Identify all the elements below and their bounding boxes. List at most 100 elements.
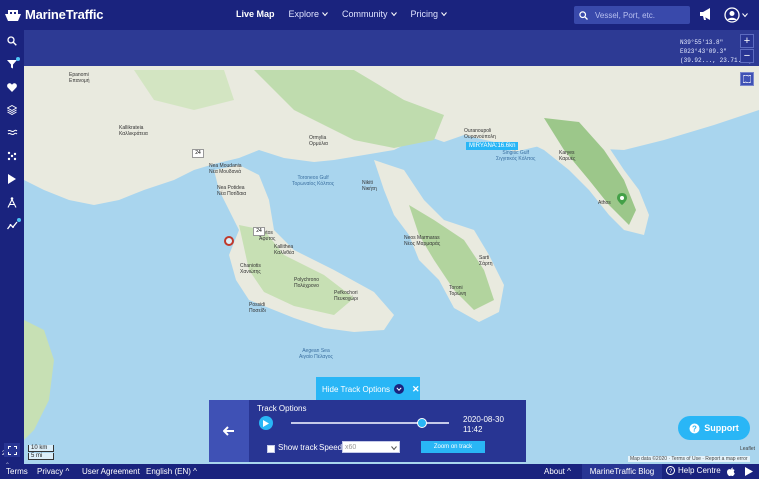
chevron-down-icon [322,12,328,17]
brand-logo[interactable]: MarineTraffic [5,7,104,22]
density-icon [7,151,17,161]
expand-icon [7,445,17,455]
help-icon: ? [666,466,675,475]
search-icon [579,10,588,20]
place-label: Possidi Ποσείδι [249,302,266,314]
sidebar-measure[interactable] [0,192,24,212]
footer-about[interactable]: About ^ [544,467,571,476]
zoom-in-button[interactable]: + [740,34,754,48]
google-play-icon[interactable] [745,467,753,476]
user-menu[interactable] [724,7,748,23]
footer-terms[interactable]: Terms [6,467,28,476]
sidebar-layers[interactable] [0,100,24,120]
chevron-down-icon [441,12,447,17]
vessel-label[interactable]: MIRYANA:16.6kn [466,142,519,150]
sea-label: Aegean Sea Αιγαίο Πέλαγος [299,348,333,360]
poi-marker-icon[interactable] [617,193,627,205]
road-badge: 24 [253,227,265,236]
track-options-title: Track Options [257,404,307,413]
place-label: Nea Moudania Νέα Μουδανιά [209,163,242,175]
sidebar-play[interactable] [0,169,24,189]
place-label: Nea Potidea Νέα Ποτίδαια [217,185,247,197]
map-icon [743,75,751,83]
megaphone-icon[interactable] [699,7,713,21]
sidebar-analytics[interactable] [0,215,24,235]
arrow-left-icon [223,426,234,436]
show-track-label: Show track [278,443,318,452]
zoom-out-button[interactable]: − [740,49,754,63]
chevron-down-icon [391,446,397,451]
nav-community[interactable]: Community [342,9,397,19]
chevron-up-icon: ^ [193,467,197,476]
footer-blog[interactable]: MarineTraffic Blog [582,464,662,479]
map-attribution[interactable]: Map data ©2020 · Terms of Use · Report a… [628,456,750,462]
scale-km: 10 km [28,445,54,452]
road-badge: 24 [192,149,204,158]
speed-label: Speed [319,443,343,452]
measure-icon [7,196,17,208]
map-top-band [24,30,759,66]
track-date: 2020-08-30 [463,415,504,424]
nav-pricing[interactable]: Pricing [411,9,448,19]
speed-value: x60 [345,443,357,451]
track-datetime: 2020-08-30 11:42 [463,415,504,435]
chevron-down-icon [742,13,748,18]
ship-logo-icon [5,9,21,21]
place-label: Karyes Καρυές [559,150,576,162]
place-label: Toroni Τορώνη [449,285,467,297]
footer-help-centre[interactable]: ? Help Centre [666,466,721,475]
place-label: Polychrono Πολύχρονο [294,277,320,289]
footer-user-agreement[interactable]: User Agreement [82,467,140,476]
track-slider-handle[interactable] [416,418,427,428]
user-icon [724,7,740,23]
chevron-up-icon: ^ [65,467,70,476]
zoom-on-track-button[interactable]: Zoom on track [421,441,485,453]
footer-bar: Terms Privacy ^ User Agreement English (… [0,464,759,479]
scale-mi: 5 mi [28,453,54,460]
place-label: Ouranoupoli Ουρανούπολη [464,128,496,140]
back-button[interactable] [209,400,249,462]
search-input[interactable] [593,9,687,21]
svg-text:?: ? [692,424,697,433]
apple-icon[interactable] [727,467,735,476]
place-label: Kallikrateia Καλλικράτεια [119,125,148,137]
sidebar-weather[interactable] [0,123,24,143]
nav-label: Pricing [410,9,439,19]
nav-live-map[interactable]: Live Map [236,9,275,19]
track-play-button[interactable] [259,416,273,430]
nav-label: Live Map [236,9,275,19]
hide-track-label: Hide Track Options [322,384,391,394]
sidebar-search[interactable] [0,31,24,51]
show-track-checkbox[interactable] [267,445,275,453]
leaflet-attribution[interactable]: Leaflet [740,446,755,452]
sidebar-density[interactable] [0,146,24,166]
nav-explore[interactable]: Explore [289,9,329,19]
track-options-panel: Track Options 2020-08-30 11:42 Show trac… [209,400,526,462]
close-icon[interactable]: ✕ [412,384,420,395]
fullscreen-button[interactable] [4,443,20,457]
chevron-down-icon [394,384,405,394]
vessel-marker[interactable] [224,236,234,246]
footer-language[interactable]: English (EN) ^ [146,467,197,476]
place-label: Athos [598,200,611,206]
play-icon [263,419,269,427]
speed-select[interactable]: x60 [342,441,400,453]
footer-privacy[interactable]: Privacy ^ [37,467,69,476]
search-box[interactable] [574,6,690,24]
help-icon: ? [689,423,700,433]
support-button[interactable]: ? Support [678,416,750,440]
sea-label: Toroneos Gulf Τορωναίος Κόλπος [292,175,335,187]
place-label: Kallithea Καλλιθέα [274,244,295,256]
support-label: Support [704,423,739,433]
place-label: Epanomi Επανομή [69,72,90,84]
track-time: 11:42 [463,425,483,434]
weather-icon [7,129,17,136]
map-layers-button[interactable] [740,72,754,86]
chevron-down-icon [390,12,397,17]
hide-track-options-button[interactable]: Hide Track Options ✕ [316,377,420,401]
sea-label: Singitic Gulf Σιγγιτικός Κόλπος [496,150,536,162]
sidebar-favorites[interactable] [0,77,24,97]
place-label: Nikiti Νικήτη [362,180,377,192]
sidebar-filter[interactable] [0,54,24,74]
place-label: Sarti Σάρτη [479,255,493,267]
